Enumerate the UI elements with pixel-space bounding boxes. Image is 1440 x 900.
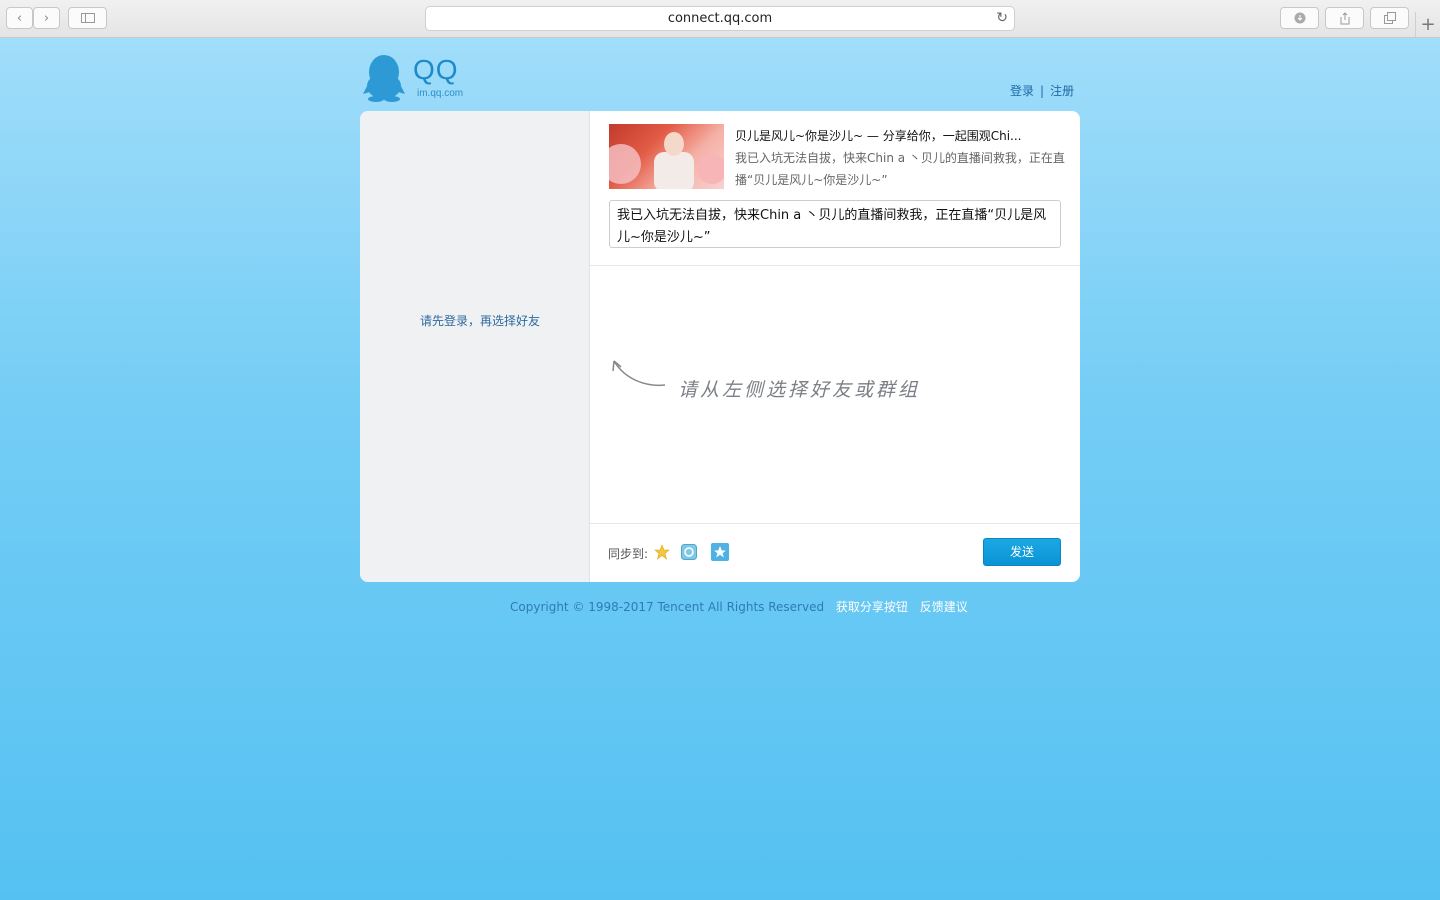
- logo-text: QQ: [413, 54, 459, 85]
- qzone-star-icon[interactable]: [653, 543, 671, 561]
- sidebar-icon[interactable]: [68, 7, 107, 29]
- address-bar[interactable]: connect.qq.com ↻: [425, 6, 1015, 31]
- copyright-text: Copyright © 1998-2017 Tencent All Rights…: [510, 600, 825, 614]
- share-description: 我已入坑无法自拔，快来Chin a 丶贝儿的直播间救我，正在直播“贝儿是风儿~你…: [735, 151, 1065, 187]
- register-link[interactable]: 注册: [1050, 84, 1074, 98]
- share-icon[interactable]: [1325, 7, 1364, 29]
- page-footer: Copyright © 1998-2017 Tencent All Rights…: [510, 598, 968, 615]
- share-message-input[interactable]: 我已入坑无法自拔，快来Chin a 丶贝儿的直播间救我，正在直播“贝儿是风儿~你…: [609, 200, 1061, 248]
- reload-icon[interactable]: ↻: [996, 7, 1008, 30]
- browser-toolbar: ‹ › connect.qq.com ↻ +: [0, 0, 1440, 38]
- tabs-icon[interactable]: [1370, 7, 1409, 29]
- divider: [590, 265, 1080, 266]
- share-title: 贝儿是风儿~你是沙儿~ — 分享给你，一起围观Chi...: [735, 129, 1022, 143]
- share-content-pane: 贝儿是风儿~你是沙儿~ — 分享给你，一起围观Chi... 我已入坑无法自拔，快…: [590, 111, 1080, 582]
- auth-separator: |: [1040, 84, 1045, 98]
- send-button[interactable]: 发送: [983, 538, 1061, 566]
- url-text: connect.qq.com: [667, 11, 773, 26]
- feedback-link[interactable]: 反馈建议: [920, 600, 968, 614]
- penguin-icon: [363, 55, 405, 102]
- new-tab-icon[interactable]: +: [1415, 12, 1440, 38]
- weibo-icon[interactable]: [680, 543, 698, 561]
- share-thumbnail: [609, 124, 724, 189]
- auth-links: 登录 | 注册: [1010, 82, 1074, 99]
- qq-logo[interactable]: QQ im.qq.com: [362, 54, 482, 104]
- friend-list-pane: 请先登录，再选择好友: [360, 111, 590, 582]
- divider: [590, 523, 1080, 524]
- sync-label: 同步到:: [608, 547, 649, 561]
- login-link[interactable]: 登录: [1010, 84, 1034, 98]
- curved-arrow-icon: [612, 360, 666, 387]
- share-panel: 请先登录，再选择好友 贝儿是风儿~你是沙儿~ — 分享给你，一起围观Chi...…: [360, 111, 1080, 582]
- forward-icon[interactable]: ›: [33, 7, 60, 29]
- select-friend-hint: 请从左侧选择好友或群组: [678, 379, 921, 401]
- get-share-button-link[interactable]: 获取分享按钮: [836, 600, 908, 614]
- login-prompt[interactable]: 请先登录，再选择好友: [360, 312, 600, 329]
- favorite-icon[interactable]: [711, 543, 729, 561]
- logo-subtext: im.qq.com: [417, 88, 464, 99]
- back-icon[interactable]: ‹: [6, 7, 33, 29]
- download-icon[interactable]: [1280, 7, 1319, 29]
